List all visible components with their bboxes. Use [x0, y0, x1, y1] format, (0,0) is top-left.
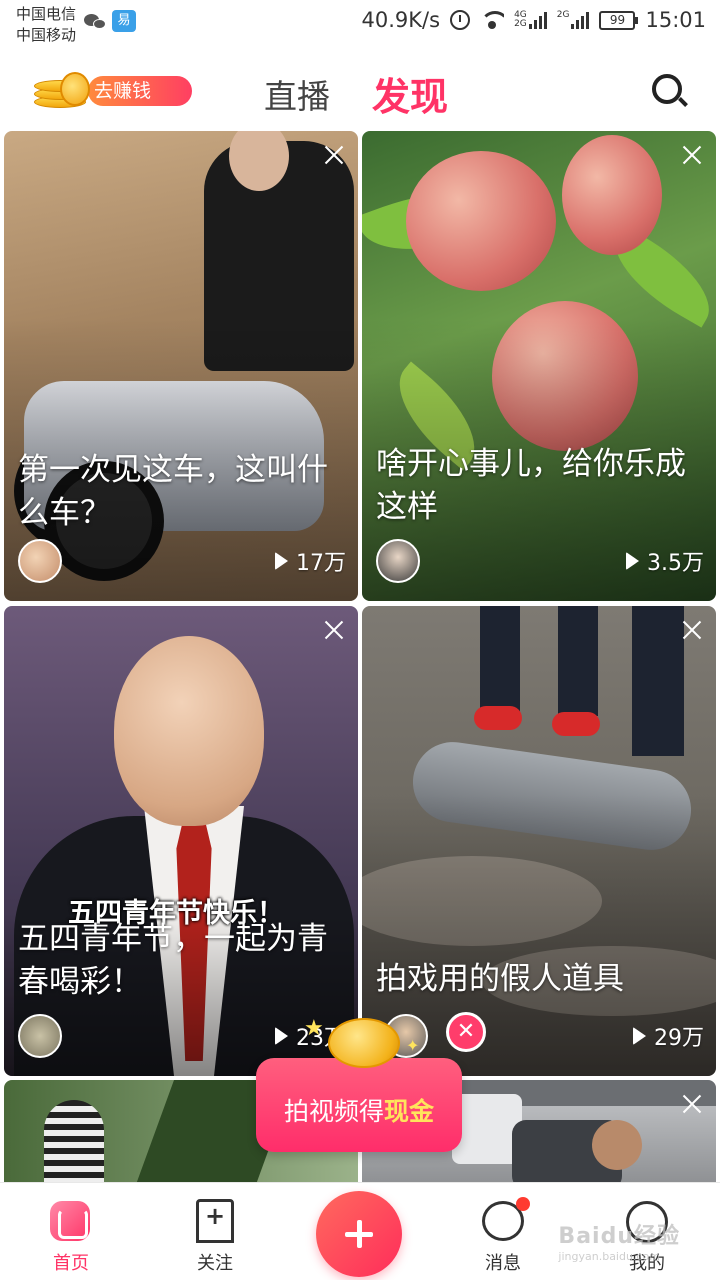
watermark-main: Baidu经验 [558, 1224, 680, 1249]
video-card[interactable]: 啥开心事儿，给你乐成这样 3.5万 [362, 131, 716, 601]
home-icon [50, 1201, 90, 1241]
nav-home-label: 首页 [53, 1253, 89, 1274]
alarm-icon [450, 10, 471, 30]
signal-icon-2 [571, 11, 590, 29]
play-count: 17万 [275, 545, 346, 577]
avatar[interactable] [376, 539, 420, 583]
video-card[interactable]: 第一次见这车，这叫什么车？ 17万 [4, 131, 358, 601]
video-title: 五四青年节，一起为青春喝彩！ [18, 921, 328, 1000]
gold-coin-icon [328, 1018, 400, 1068]
signal-icon-1 [528, 11, 547, 29]
search-icon[interactable] [652, 74, 682, 104]
watermark: Baidu经验 jingyan.baidu.com [558, 1218, 680, 1263]
net-label-2g-b: 2G [556, 10, 570, 20]
top-header: 去赚钱 直播 发现 [0, 52, 720, 128]
close-icon[interactable] [682, 620, 702, 640]
nav-home[interactable]: 首页 [16, 1183, 126, 1280]
earn-money-button[interactable]: 去赚钱 [32, 70, 192, 110]
net-label-2g: 2G [514, 19, 527, 29]
close-icon[interactable]: ✕ [446, 1012, 486, 1052]
sparkle-icon: ✦ [406, 1036, 420, 1055]
close-icon[interactable] [324, 620, 344, 640]
nav-follow-label: 关注 [197, 1253, 233, 1274]
tab-live[interactable]: 直播 [264, 70, 330, 118]
watermark-sub: jingyan.baidu.com [558, 1250, 660, 1263]
play-icon [633, 1027, 646, 1045]
video-title: 啥开心事儿，给你乐成这样 [376, 446, 686, 525]
play-count-value: 29万 [654, 1026, 704, 1051]
play-icon [626, 552, 639, 570]
carrier-1: 中国电信 [16, 5, 77, 23]
sparkle-icon: ★ [304, 1016, 324, 1041]
close-icon[interactable] [682, 145, 702, 165]
carrier-2: 中国移动 [16, 26, 77, 44]
promo-text: 拍视频得现金 [256, 1092, 462, 1128]
battery-icon: 99 [599, 10, 639, 30]
status-bar: 中国电信 中国移动 易 40.9K/s 4G 2G 2G 99 15:01 [0, 0, 720, 50]
close-icon[interactable] [324, 145, 344, 165]
promo-text-prefix: 拍视频得 [283, 1097, 384, 1126]
wechat-icon [84, 12, 106, 30]
promo-text-highlight: 现金 [384, 1097, 435, 1126]
notification-icons: 易 [84, 10, 136, 32]
play-count-value: 17万 [296, 551, 346, 576]
avatar[interactable] [18, 1014, 62, 1058]
video-card[interactable]: 拍戏用的假人道具 29万 [362, 606, 716, 1076]
bookmark-plus-icon [196, 1199, 234, 1243]
video-title: 拍戏用的假人道具 [376, 961, 624, 997]
carrier-info: 中国电信 中国移动 [16, 4, 76, 46]
nav-messages[interactable]: 消息 [448, 1183, 558, 1280]
clock: 15:01 [645, 8, 706, 32]
tab-discover[interactable]: 发现 [372, 66, 448, 121]
avatar[interactable] [18, 539, 62, 583]
video-title: 第一次见这车，这叫什么车？ [18, 452, 328, 531]
play-icon [275, 552, 288, 570]
close-icon[interactable] [682, 1094, 702, 1114]
video-thumbnail [44, 1100, 104, 1190]
play-count: 29万 [633, 1020, 704, 1052]
play-count: 3.5万 [626, 545, 704, 577]
play-icon [275, 1027, 288, 1045]
wifi-icon [480, 11, 505, 29]
status-right: 40.9K/s 4G 2G 2G 99 15:01 [362, 8, 706, 32]
video-card[interactable]: 五四青年节快乐！ 五四青年节，一起为青春喝彩！ 23万 [4, 606, 358, 1076]
shoot-video-promo[interactable]: ★ ✦ 拍视频得现金 ✕ [256, 1012, 486, 1152]
coin-stack-icon [32, 70, 90, 110]
create-video-button[interactable] [316, 1191, 402, 1277]
earn-money-label: 去赚钱 [94, 80, 152, 102]
network-speed: 40.9K/s [361, 8, 441, 32]
play-count-value: 3.5万 [647, 551, 704, 576]
screen: 中国电信 中国移动 易 40.9K/s 4G 2G 2G 99 15:01 去赚… [0, 0, 720, 1280]
nav-follow[interactable]: 关注 [160, 1183, 270, 1280]
nav-messages-label: 消息 [485, 1253, 521, 1274]
app-notification-icon: 易 [112, 10, 136, 32]
unread-dot [516, 1197, 530, 1211]
